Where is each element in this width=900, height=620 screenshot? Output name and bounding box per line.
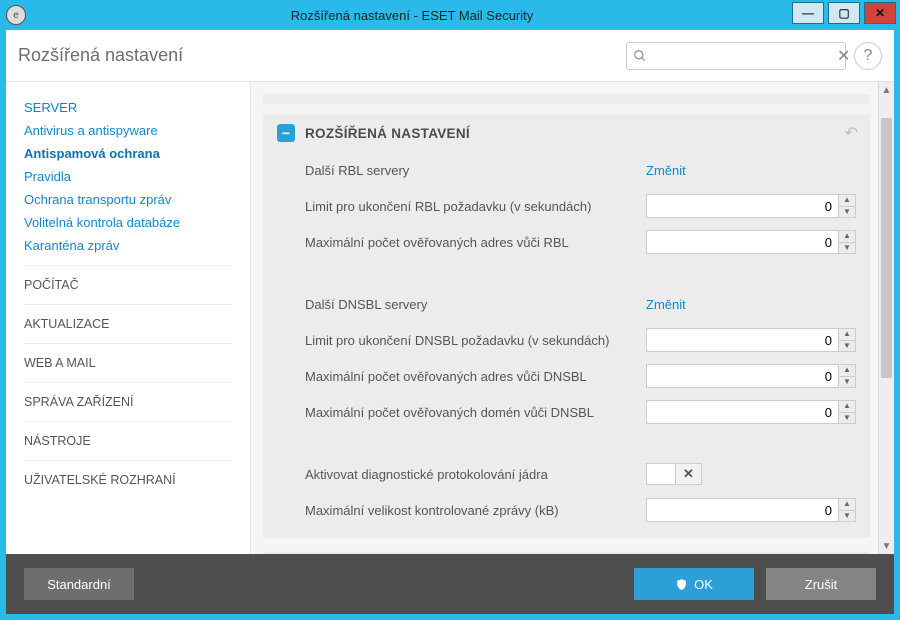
maxsize-input[interactable] [646,498,838,522]
app-logo-icon: e [6,5,26,25]
sidebar-item-transport[interactable]: Ochrana transportu zpráv [24,192,232,207]
sidebar-section-webmail[interactable]: WEB A MAIL [24,343,232,382]
rbl-max-stepper[interactable]: ▲▼ [646,230,856,254]
panel-strip [263,94,870,104]
sidebar-item-optional-db[interactable]: Volitelná kontrola databáze [24,215,232,230]
rbl-timeout-label: Limit pro ukončení RBL požadavku (v seku… [305,199,646,214]
window-title: Rozšířená nastavení - ESET Mail Security [32,8,792,23]
ok-button-label: OK [694,577,713,592]
dnsbl-max-dom-label: Maximální počet ověřovaných domén vůči D… [305,405,646,420]
dnsbl-max-addr-stepper[interactable]: ▲▼ [646,364,856,388]
app-frame: Rozšířená nastavení ✕ ? SERVER Antivirus… [0,30,900,620]
content-body: SERVER Antivirus a antispyware Antispamo… [6,82,894,554]
spin-down-icon[interactable]: ▼ [839,413,855,424]
dnsbl-max-dom-stepper[interactable]: ▲▼ [646,400,856,424]
spin-down-icon[interactable]: ▼ [839,243,855,254]
search-clear-icon[interactable]: ✕ [835,46,852,66]
spin-down-icon[interactable]: ▼ [839,341,855,352]
window-buttons: — ▢ ✕ [792,0,900,30]
search-field[interactable]: ✕ [626,42,846,70]
sidebar-server-items: Antivirus a antispyware Antispamová ochr… [24,123,232,253]
spin-up-icon[interactable]: ▲ [839,365,855,377]
spin-down-icon[interactable]: ▼ [839,207,855,218]
scroll-down-icon[interactable]: ▼ [879,538,894,554]
sidebar-section-ui[interactable]: UŽIVATELSKÉ ROZHRANÍ [24,460,232,499]
dnsbl-timeout-input[interactable] [646,328,838,352]
dnsbl-timeout-stepper[interactable]: ▲▼ [646,328,856,352]
spin-up-icon[interactable]: ▲ [839,195,855,207]
scroll-thumb[interactable] [881,118,892,378]
sidebar: SERVER Antivirus a antispyware Antispamo… [6,82,251,554]
search-input[interactable] [647,48,835,63]
defaults-button[interactable]: Standardní [24,568,134,600]
titlebar: e Rozšířená nastavení - ESET Mail Securi… [0,0,900,30]
rbl-max-input[interactable] [646,230,838,254]
rbl-timeout-input[interactable] [646,194,838,218]
sidebar-item-antispam[interactable]: Antispamová ochrana [24,146,232,161]
footer-bar: Standardní OK Zrušit [6,554,894,614]
rbl-servers-label: Další RBL servery [305,163,646,178]
sidebar-section-computer[interactable]: POČÍTAČ [24,265,232,304]
sidebar-section-tools[interactable]: NÁSTROJE [24,421,232,460]
sidebar-section-devices[interactable]: SPRÁVA ZAŘÍZENÍ [24,382,232,421]
main-area: − ROZŠÍŘENÁ NASTAVENÍ ↶ Další RBL server… [251,82,894,554]
spin-down-icon[interactable]: ▼ [839,377,855,388]
dnsbl-max-dom-input[interactable] [646,400,838,424]
dnsbl-max-addr-input[interactable] [646,364,838,388]
rbl-max-label: Maximální počet ověřovaných adres vůči R… [305,235,646,250]
sidebar-item-rules[interactable]: Pravidla [24,169,232,184]
dnsbl-max-addr-label: Maximální počet ověřovaných adres vůči D… [305,369,646,384]
ok-button[interactable]: OK [634,568,754,600]
sidebar-item-quarantine[interactable]: Karanténa zpráv [24,238,232,253]
vertical-scrollbar[interactable]: ▲ ▼ [878,82,894,554]
minimize-button[interactable]: — [792,2,824,24]
panel-greylisting: + NASTAVENÍ GREYLISTINGU ↶ [263,552,870,554]
sidebar-section-server[interactable]: SERVER [24,94,232,123]
diag-logging-label: Aktivovat diagnostické protokolování jád… [305,467,646,482]
dnsbl-servers-edit-link[interactable]: Změnit [646,297,686,312]
help-button[interactable]: ? [854,42,882,70]
spin-up-icon[interactable]: ▲ [839,231,855,243]
maxsize-label: Maximální velikost kontrolované zprávy (… [305,503,646,518]
dnsbl-timeout-label: Limit pro ukončení DNSBL požadavku (v se… [305,333,646,348]
breadcrumb: Rozšířená nastavení [18,45,183,66]
sidebar-item-antivirus[interactable]: Antivirus a antispyware [24,123,232,138]
panel-advanced-head[interactable]: − ROZŠÍŘENÁ NASTAVENÍ ↶ [263,114,870,152]
collapse-icon[interactable]: − [277,124,295,142]
main-scroll[interactable]: − ROZŠÍŘENÁ NASTAVENÍ ↶ Další RBL server… [251,82,878,554]
revert-icon[interactable]: ↶ [845,123,858,143]
panel-advanced: − ROZŠÍŘENÁ NASTAVENÍ ↶ Další RBL server… [263,114,870,538]
toggle-off-icon: ✕ [675,464,701,484]
dnsbl-servers-label: Další DNSBL servery [305,297,646,312]
cancel-button[interactable]: Zrušit [766,568,876,600]
maxsize-stepper[interactable]: ▲▼ [646,498,856,522]
shield-icon [675,578,688,591]
header-right: ✕ ? [626,42,882,70]
spin-down-icon[interactable]: ▼ [839,511,855,522]
spin-up-icon[interactable]: ▲ [839,499,855,511]
panel-greylisting-head[interactable]: + NASTAVENÍ GREYLISTINGU ↶ [263,552,870,554]
maximize-button[interactable]: ▢ [828,2,860,24]
spin-up-icon[interactable]: ▲ [839,401,855,413]
rbl-timeout-stepper[interactable]: ▲▼ [646,194,856,218]
close-button[interactable]: ✕ [864,2,896,24]
sidebar-section-update[interactable]: AKTUALIZACE [24,304,232,343]
scroll-up-icon[interactable]: ▲ [879,82,894,98]
panel-advanced-body: Další RBL servery Změnit Limit pro ukonč… [263,152,870,538]
header-bar: Rozšířená nastavení ✕ ? [6,30,894,82]
spin-up-icon[interactable]: ▲ [839,329,855,341]
search-icon [633,49,647,63]
diag-logging-toggle[interactable]: ✕ [646,463,702,485]
rbl-servers-edit-link[interactable]: Změnit [646,163,686,178]
panel-advanced-title: ROZŠÍŘENÁ NASTAVENÍ [305,126,470,141]
